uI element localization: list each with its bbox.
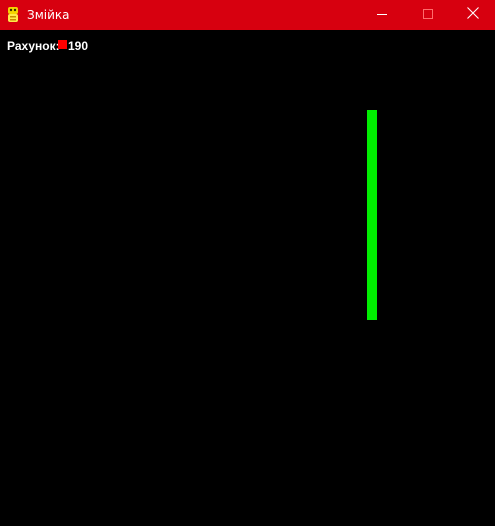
snake-segment [367, 310, 377, 320]
close-button[interactable] [451, 0, 495, 30]
snake-segment [367, 200, 377, 210]
snake-segment [367, 210, 377, 220]
game-window: Змійка Рахунок: 190 [0, 0, 495, 526]
snake-segment [367, 150, 377, 160]
snake-segment [367, 130, 377, 140]
snake-segment [367, 260, 377, 270]
snake-segment [367, 290, 377, 300]
food-pellet [58, 40, 67, 49]
window-title: Змійка [27, 8, 70, 22]
snake-segment [367, 140, 377, 150]
title-bar[interactable]: Змійка [0, 0, 495, 30]
close-icon [467, 6, 479, 24]
score-value: 190 [68, 39, 89, 53]
snake-segment [367, 170, 377, 180]
snake-segment [367, 120, 377, 130]
snake-head [367, 110, 377, 120]
score-label: Рахунок: [7, 39, 60, 53]
snake-segment [367, 280, 377, 290]
snake-segment [367, 240, 377, 250]
game-board[interactable]: Рахунок: 190 [0, 30, 495, 526]
snake-segment [367, 250, 377, 260]
snake-segment [367, 300, 377, 310]
maximize-icon [423, 6, 433, 24]
snake-segment [367, 160, 377, 170]
snake-segment [367, 180, 377, 190]
maximize-button[interactable] [405, 0, 451, 30]
snake-segment [367, 220, 377, 230]
snake-segment [367, 270, 377, 280]
minimize-icon [377, 6, 387, 24]
snake-segment [367, 190, 377, 200]
snake-segment [367, 230, 377, 240]
minimize-button[interactable] [359, 0, 405, 30]
python-snake-icon [5, 6, 21, 23]
